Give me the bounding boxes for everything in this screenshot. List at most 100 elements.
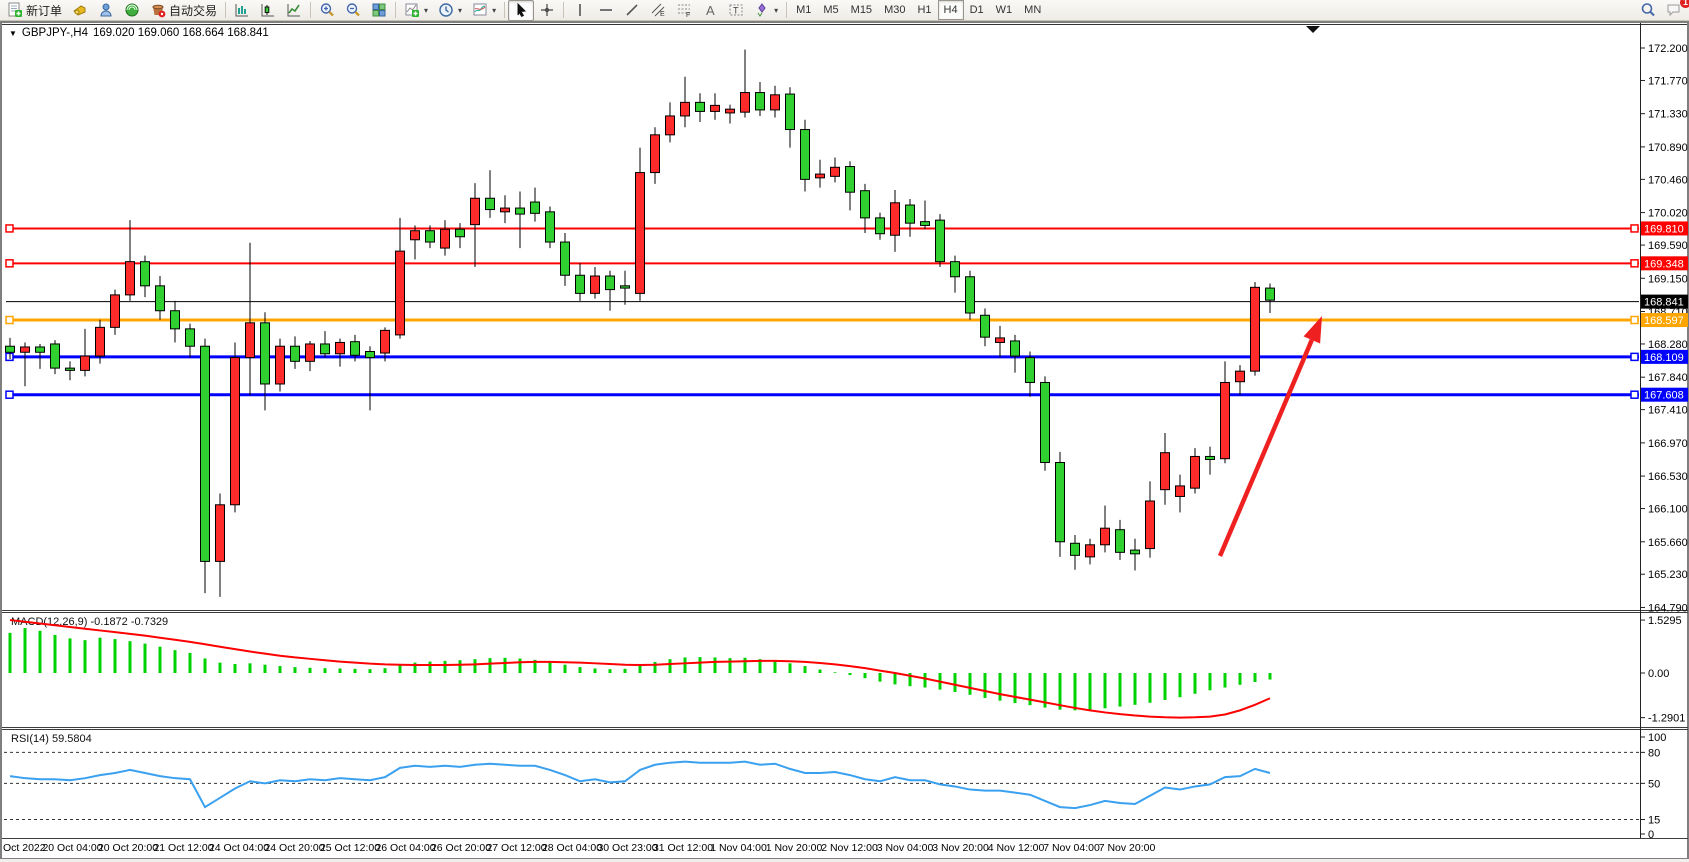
dropdown-caret-icon[interactable]: ▾ [492,6,496,15]
hline-handle[interactable] [1631,353,1638,360]
timeframe-m30-button[interactable]: M30 [878,0,911,20]
time-axis-label: 3 Nov 04:00 [877,842,934,854]
time-axis-label: 3 Nov 20:00 [932,842,989,854]
tile-windows-button[interactable] [366,0,392,21]
hline-handle[interactable] [1631,260,1638,267]
rsi-axis-label: 0 [1648,829,1654,841]
market-watch-button[interactable] [67,0,93,21]
hline-handle[interactable] [6,317,13,324]
hline-handle[interactable] [6,260,13,267]
notifications-button[interactable]: 1 [1661,0,1687,21]
candle-body [351,342,360,356]
periods-button[interactable]: ▾ [433,0,467,21]
candle-body [81,356,90,370]
timeframe-w1-button[interactable]: W1 [990,0,1019,20]
templates-button[interactable]: ▾ [467,0,501,21]
signal-button[interactable] [119,0,145,21]
candle-body [906,205,915,223]
price-axis-label: 165.660 [1648,537,1688,549]
trendline-icon [624,2,640,18]
time-axis-label: 21 Oct 12:00 [153,842,213,854]
trendline-button[interactable] [619,0,645,21]
candle-body [141,262,150,286]
timeframe-m5-button[interactable]: M5 [817,0,844,20]
candle-body [51,344,60,368]
indicators-button[interactable]: ▾ [399,0,433,21]
svg-text:E: E [660,11,665,18]
zoom-out-button[interactable] [340,0,366,21]
timeframe-m15-button[interactable]: M15 [845,0,878,20]
timeframe-m1-button[interactable]: M1 [790,0,817,20]
candle-body [1266,288,1275,300]
candle-body [876,218,885,234]
dropdown-caret-icon[interactable]: ▾ [424,6,428,15]
dropdown-caret-icon[interactable]: ▾ [458,6,462,15]
candlestick-button[interactable] [255,0,281,21]
fibonacci-icon: F [676,2,692,18]
price-axis-label: 168.280 [1648,339,1688,351]
candle-body [276,346,285,384]
indicators-icon [404,2,420,18]
vline-button[interactable] [567,0,593,21]
candle-body [216,505,225,562]
candle-body [66,368,75,370]
bar-chart-button[interactable] [229,0,255,21]
svg-text:F: F [686,12,690,18]
search-button[interactable] [1635,0,1661,21]
candle-body [561,242,570,275]
candle-body [666,116,675,135]
hline-button[interactable] [593,0,619,21]
price-axis-label: 170.020 [1648,208,1688,220]
timeframe-d1-button[interactable]: D1 [964,0,990,20]
candle-body [636,173,645,294]
hline-handle[interactable] [6,225,13,232]
hline-handle[interactable] [6,391,13,398]
shapes-button[interactable]: ▾ [749,0,783,21]
candle-body [261,323,270,384]
candlestick-icon [260,2,276,18]
dropdown-caret-icon[interactable]: ▾ [774,6,778,15]
text-button[interactable]: A [697,0,723,21]
candle-body [996,338,1005,343]
line-chart-button[interactable] [281,0,307,21]
candle-body [1056,462,1065,541]
crosshair-icon [539,2,555,18]
svg-text:T: T [733,6,739,16]
price-axis-label: 166.530 [1648,471,1688,483]
toolbar-separator [225,2,226,18]
channel-button[interactable]: E [645,0,671,21]
candle-body [891,203,900,235]
navigator-icon [98,2,114,18]
candle-body [1071,543,1080,555]
label-button[interactable]: T [723,0,749,21]
rsi-axis-label: 50 [1648,778,1660,790]
candle-body [576,275,585,293]
toolbar-separator [395,2,396,18]
new-order-button[interactable]: 新订单 [2,0,67,21]
crosshair-button[interactable] [534,0,560,21]
bar-chart-icon [234,2,250,18]
zoom-in-button[interactable] [314,0,340,21]
time-axis-label: 4 Nov 12:00 [988,842,1045,854]
trend-arrow-line[interactable] [1220,340,1312,556]
hline-handle[interactable] [1631,225,1638,232]
hline-handle[interactable] [1631,391,1638,398]
shapes-icon [754,2,770,18]
chart-shift-marker[interactable] [1306,26,1320,33]
time-axis-label: 19 Oct 2022 [0,842,46,854]
timeframe-h4-button[interactable]: H4 [938,0,964,20]
chart-canvas[interactable]: 172.200171.770171.330170.890170.460170.0… [0,0,1689,862]
navigator-button[interactable] [93,0,119,21]
hline-handle[interactable] [1631,317,1638,324]
autotrading-button[interactable]: 自动交易 [145,0,222,21]
timeframe-h1-button[interactable]: H1 [911,0,937,20]
cursor-button[interactable] [508,0,534,21]
fibonacci-button[interactable]: F [671,0,697,21]
timeframe-mn-button[interactable]: MN [1018,0,1047,20]
candle-body [426,231,435,242]
candle-body [321,344,330,354]
candle-body [1191,456,1200,488]
candle-body [711,105,720,111]
price-axis-label: 167.840 [1648,372,1688,384]
new-order-label: 新订单 [26,2,62,19]
